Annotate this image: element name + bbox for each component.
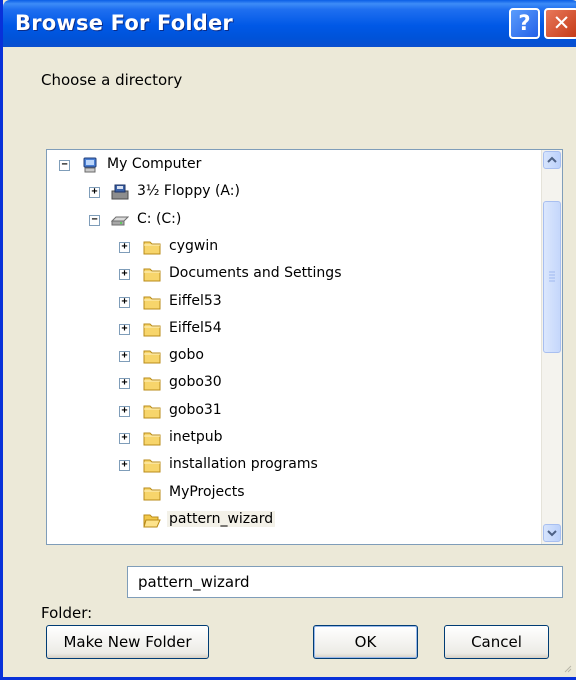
expand-icon[interactable]: +	[119, 269, 130, 281]
folder-icon	[143, 239, 161, 255]
tree-item[interactable]: + Documents and Settings	[47, 262, 562, 288]
tree-item[interactable]: + cygwin	[47, 235, 562, 261]
expand-icon[interactable]: +	[119, 460, 130, 472]
folder-icon	[143, 321, 161, 337]
floppy-drive-icon	[111, 184, 129, 200]
tree-item-label: gobo30	[169, 374, 222, 391]
tree-item-label: inetpub	[169, 429, 223, 445]
scroll-thumb[interactable]	[543, 201, 561, 353]
folder-field[interactable]	[127, 566, 563, 598]
tree-item-label: cygwin	[169, 237, 219, 254]
collapse-icon[interactable]: −	[59, 160, 70, 171]
tree-item-label: 3½ Floppy (A:)	[137, 183, 240, 200]
expand-icon[interactable]: +	[119, 296, 130, 308]
scroll-down-button[interactable]	[543, 524, 561, 542]
tree-item-label: C: (C:)	[137, 210, 182, 227]
dialog-title: Browse For Folder	[15, 11, 233, 35]
title-bar[interactable]: Browse For Folder ? ✕	[3, 0, 576, 47]
close-button[interactable]: ✕	[544, 8, 576, 39]
tree-item-label: Eiffel54	[169, 319, 222, 336]
collapse-icon[interactable]: −	[89, 214, 100, 226]
folder-label: Folder:	[41, 604, 93, 622]
folder-tree-view[interactable]: pattern_wizard MyProjects + installation pr…	[46, 149, 563, 545]
help-button[interactable]: ?	[509, 8, 540, 39]
tree-item-label: gobo31	[169, 401, 222, 418]
tree-item[interactable]: + installation programs	[47, 453, 562, 479]
folder-icon	[143, 485, 161, 501]
chevron-down-icon	[547, 530, 557, 537]
tree-item[interactable]: + Eiffel54	[47, 317, 562, 343]
hard-drive-icon	[110, 212, 130, 228]
tree-item-label: pattern_wizard	[167, 510, 276, 527]
folder-icon	[143, 294, 161, 310]
folder-icon	[143, 375, 161, 391]
browse-for-folder-dialog: Browse For Folder ? ✕ Choose a directory…	[0, 0, 576, 680]
scroll-up-button[interactable]	[543, 151, 561, 169]
vertical-scrollbar[interactable]	[541, 150, 562, 544]
tree-item[interactable]: + gobo30	[47, 371, 562, 397]
open-folder-icon	[143, 512, 161, 528]
tree-item[interactable]: + inetpub	[47, 426, 562, 452]
make-new-folder-button[interactable]: Make New Folder	[46, 625, 209, 659]
grip-icon	[549, 271, 555, 282]
expand-icon[interactable]: +	[119, 433, 130, 444]
expand-icon[interactable]: +	[89, 187, 100, 199]
tree-item-label: Documents and Settings	[169, 265, 342, 282]
expand-icon[interactable]: +	[119, 405, 130, 417]
folder-icon	[143, 348, 161, 364]
folder-icon	[143, 430, 161, 446]
tree-item[interactable]: MyProjects	[47, 481, 562, 507]
tree-item[interactable]: + Eiffel53	[47, 290, 562, 316]
tree-item-label: My Computer	[107, 156, 202, 172]
ok-button[interactable]: OK	[313, 625, 418, 659]
expand-icon[interactable]: +	[119, 378, 130, 390]
tree-item-label: installation programs	[169, 456, 318, 473]
expand-icon[interactable]: +	[119, 323, 130, 335]
cancel-button[interactable]: Cancel	[444, 625, 549, 659]
chevron-up-icon	[547, 156, 557, 163]
tree-item[interactable]: − C: (C:)	[47, 208, 562, 234]
tree-item[interactable]: + gobo	[47, 344, 562, 370]
resize-grip-icon[interactable]	[563, 664, 573, 674]
tree-item[interactable]: pattern_wizard	[47, 508, 562, 534]
folder-icon	[143, 403, 161, 419]
dialog-prompt: Choose a directory	[41, 71, 183, 89]
tree-item[interactable]: + gobo31	[47, 399, 562, 425]
tree-item-label: Eiffel53	[169, 292, 222, 309]
computer-icon	[81, 157, 99, 173]
tree-item-label: gobo	[169, 347, 204, 364]
folder-icon	[143, 457, 161, 473]
tree-item[interactable]: − My Computer	[47, 153, 562, 179]
expand-icon[interactable]: +	[119, 351, 130, 363]
expand-icon[interactable]: +	[119, 241, 130, 253]
tree-item[interactable]: +3½ Floppy (A:)	[47, 180, 562, 206]
folder-icon	[143, 266, 161, 282]
tree-item-label: MyProjects	[169, 483, 245, 500]
